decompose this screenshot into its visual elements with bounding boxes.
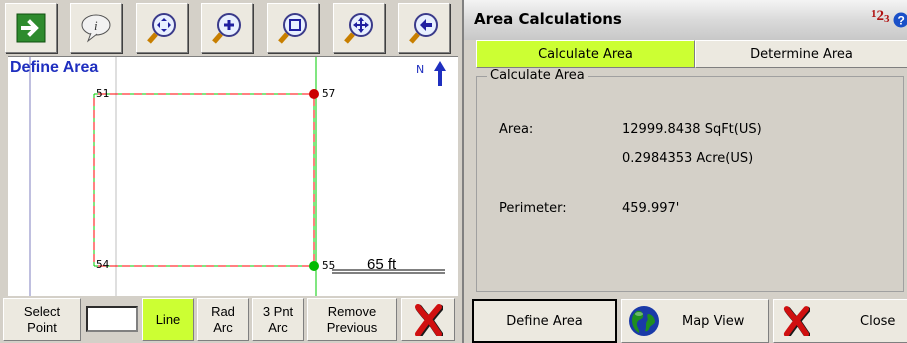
map-canvas[interactable]: Define Area N 51 57 54 55 65 ft (8, 56, 458, 296)
area-calculations-dialog: Area Calculations 123 ? Calculate Area D… (462, 0, 907, 343)
zoom-in-button[interactable] (201, 3, 253, 53)
dialog-title: Area Calculations (474, 10, 622, 28)
scale-label: 65 ft (367, 256, 397, 273)
map-panel: i Define Area N 51 57 54 55 65 ft Select… (0, 0, 458, 343)
edit-toolbar: Select Point Line Rad Arc 3 Pnt Arc Remo… (0, 296, 458, 343)
point-label-57: 57 (322, 87, 336, 100)
svg-text:i: i (94, 18, 98, 33)
point-number-input[interactable] (86, 306, 138, 332)
zoom-window-icon (278, 13, 307, 44)
globe-icon (629, 306, 659, 336)
calculate-area-group: Calculate Area Area: 12999.8438 SqFt(US)… (476, 68, 904, 292)
pan-button[interactable] (333, 3, 385, 53)
zoom-extents-button[interactable] (136, 3, 188, 53)
area-sqft-value: 12999.8438 SqFt(US) (622, 122, 762, 137)
badge-digit-2: 2 (876, 8, 885, 24)
point-55-marker[interactable] (309, 261, 319, 271)
accept-button[interactable] (5, 3, 57, 53)
define-area-button[interactable]: Define Area (472, 299, 617, 343)
north-label: N (416, 63, 425, 76)
map-view-label: Map View (682, 313, 745, 329)
info-bubble-icon: i (81, 14, 111, 43)
pan-icon (344, 13, 373, 44)
tab-determine-area[interactable]: Determine Area (695, 40, 907, 68)
line-button[interactable]: Line (142, 298, 194, 341)
point-label-55: 55 (322, 259, 336, 272)
remove-previous-button[interactable]: Remove Previous (307, 298, 397, 341)
north-arrow-icon (434, 61, 446, 86)
area-acre-value: 0.2984353 Acre(US) (622, 151, 754, 166)
zoom-in-icon (212, 13, 241, 44)
red-x-icon (415, 303, 443, 336)
info-button[interactable]: i (70, 3, 122, 53)
area-label: Area: (499, 122, 534, 137)
svg-text:?: ? (898, 14, 905, 28)
perimeter-value: 459.997' (622, 201, 680, 216)
red-x-icon (783, 306, 810, 336)
dialog-tabs: Calculate Area Determine Area (464, 40, 907, 68)
calculator-badge[interactable]: 123 (871, 8, 890, 25)
rad-arc-button[interactable]: Rad Arc (197, 298, 249, 341)
area-boundary (93, 93, 315, 267)
accept-arrow-icon (16, 13, 46, 43)
point-label-54: 54 (96, 258, 110, 271)
help-icon[interactable]: ? (893, 12, 907, 28)
cancel-button[interactable] (401, 298, 455, 341)
back-icon (409, 13, 438, 44)
dialog-title-bar: Area Calculations 123 ? (464, 0, 907, 40)
tab-calculate-area[interactable]: Calculate Area (476, 40, 695, 68)
dialog-button-bar: Define Area Map View Close (464, 298, 907, 343)
perimeter-label: Perimeter: (499, 201, 567, 216)
map-title: Define Area (10, 59, 99, 76)
three-point-arc-button[interactable]: 3 Pnt Arc (252, 298, 304, 341)
zoom-window-button[interactable] (267, 3, 319, 53)
map-view-button[interactable]: Map View (621, 299, 769, 343)
previous-view-button[interactable] (398, 3, 450, 53)
badge-digit-3: 3 (884, 13, 890, 25)
close-label: Close (860, 313, 896, 329)
select-point-button[interactable]: Select Point (3, 298, 81, 341)
zoom-extents-icon (147, 13, 176, 44)
app-window: i Define Area N 51 57 54 55 65 ft Select… (0, 0, 907, 343)
map-toolbar: i (0, 0, 458, 56)
point-label-51: 51 (96, 87, 110, 100)
close-button[interactable]: Close (773, 299, 907, 343)
point-57-marker[interactable] (309, 89, 319, 99)
group-title: Calculate Area (487, 68, 588, 83)
